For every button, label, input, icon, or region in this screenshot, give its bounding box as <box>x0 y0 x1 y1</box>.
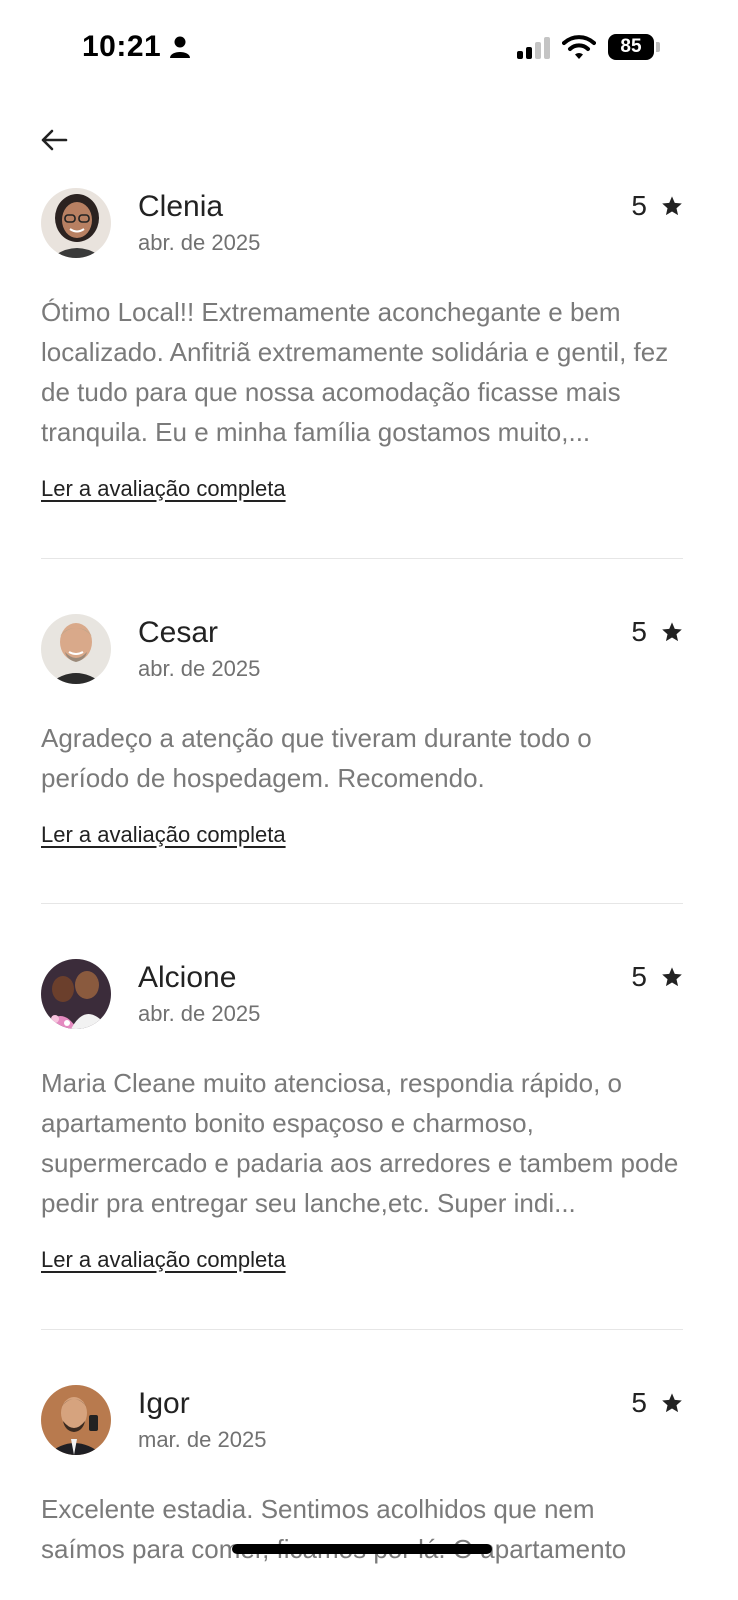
review-text: Excelente estadia. Sentimos acolhidos qu… <box>41 1494 627 1564</box>
rating-value: 5 <box>631 616 647 647</box>
home-indicator[interactable] <box>232 1544 492 1554</box>
divider <box>41 1329 683 1330</box>
wifi-icon <box>562 35 596 59</box>
review-card: Clenia abr. de 2025 5 Ótimo Local!! Extr… <box>41 188 683 502</box>
avatar[interactable] <box>41 188 111 258</box>
review-text: Maria Cleane muito atenciosa, respondia … <box>41 1068 679 1218</box>
review-header: Alcione abr. de 2025 5 <box>41 959 683 1033</box>
review-card: Igor mar. de 2025 5 Excelente estadia. S… <box>41 1385 683 1569</box>
review-header: Clenia abr. de 2025 5 <box>41 188 683 262</box>
review-card: Cesar abr. de 2025 5 Agradeço a atenção … <box>41 614 683 848</box>
review-date: mar. de 2025 <box>138 1427 267 1452</box>
divider <box>41 903 683 904</box>
back-button[interactable] <box>36 124 72 156</box>
read-full-review-link[interactable]: Ler a avaliação completa <box>41 1247 286 1273</box>
review-rating: 5 <box>631 616 683 648</box>
read-full-review-link[interactable]: Ler a avaliação completa <box>41 822 286 848</box>
star-icon <box>662 1393 682 1413</box>
avatar[interactable] <box>41 614 111 684</box>
status-bar: 10:21 85 <box>0 0 738 100</box>
read-full-review-link[interactable]: Ler a avaliação completa <box>41 476 286 502</box>
status-time-group: 10:21 <box>82 30 191 64</box>
battery-level: 85 <box>608 34 654 60</box>
status-indicators: 85 <box>517 34 660 60</box>
reviewer-name: Cesar <box>138 616 219 649</box>
review-text: Agradeço a atenção que tiveram durante t… <box>41 723 592 793</box>
review-date: abr. de 2025 <box>138 230 261 255</box>
reviewer-name: Igor <box>138 1387 190 1420</box>
review-text: Ótimo Local!! Extremamente aconchegante … <box>41 297 669 447</box>
review-header: Cesar abr. de 2025 5 <box>41 614 683 688</box>
review-header: Igor mar. de 2025 5 <box>41 1385 683 1459</box>
review-card: Alcione abr. de 2025 5 Maria Cleane muit… <box>41 959 683 1273</box>
divider <box>41 558 683 559</box>
person-icon <box>170 36 191 58</box>
rating-value: 5 <box>631 1387 647 1418</box>
star-icon <box>662 196 682 216</box>
star-icon <box>662 622 682 642</box>
status-time: 10:21 <box>82 30 162 63</box>
battery-icon: 85 <box>608 34 660 60</box>
review-rating: 5 <box>631 1387 683 1419</box>
reviewer-name: Alcione <box>138 961 237 994</box>
star-icon <box>662 967 682 987</box>
review-rating: 5 <box>631 190 683 222</box>
rating-value: 5 <box>631 961 647 992</box>
review-date: abr. de 2025 <box>138 1001 261 1026</box>
back-arrow-icon <box>41 129 68 151</box>
review-date: abr. de 2025 <box>138 656 261 681</box>
rating-value: 5 <box>631 190 647 221</box>
avatar[interactable] <box>41 1385 111 1455</box>
avatar[interactable] <box>41 959 111 1029</box>
cellular-signal-icon <box>517 35 550 59</box>
reviewer-name: Clenia <box>138 190 224 223</box>
review-rating: 5 <box>631 961 683 993</box>
